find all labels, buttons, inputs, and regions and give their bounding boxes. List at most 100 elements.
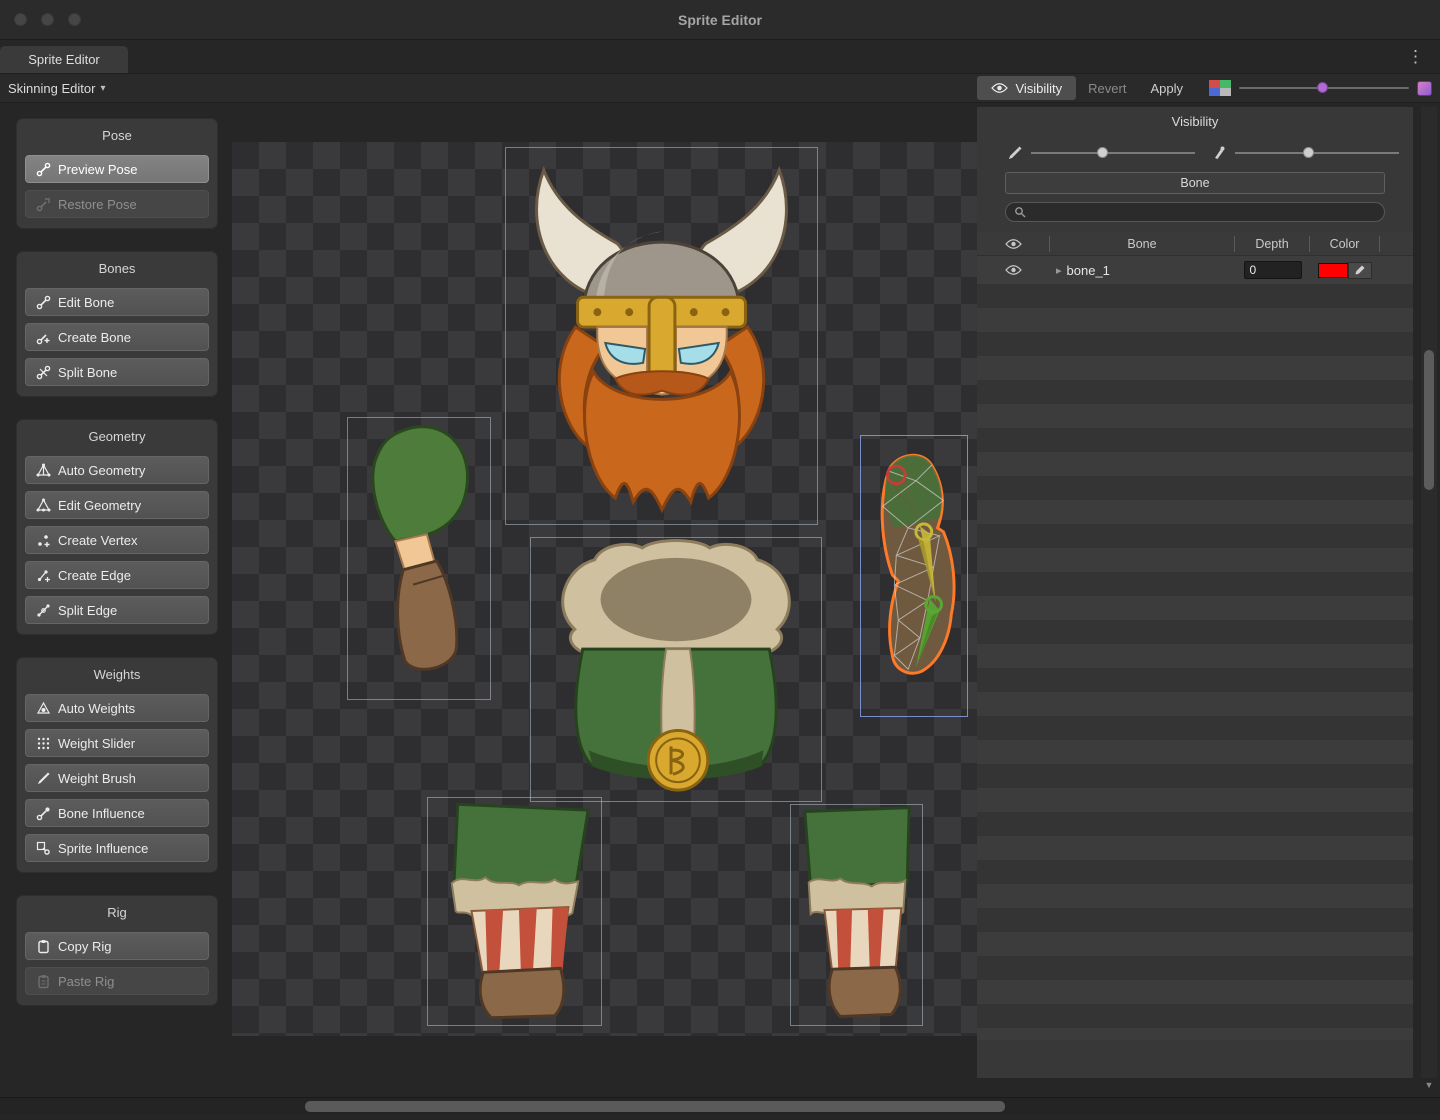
sprite-torso[interactable] — [530, 537, 822, 802]
sprite-influence-label: Sprite Influence — [58, 841, 148, 856]
visibility-panel: Visibility Bone — [977, 107, 1413, 1078]
sprite-alpha-icon — [1417, 81, 1432, 96]
bone-opacity-icon — [1209, 144, 1229, 162]
edit-bone-icon — [35, 294, 51, 310]
paste-rig-button[interactable]: Paste Rig — [25, 967, 209, 995]
create-vertex-button[interactable]: Create Vertex — [25, 526, 209, 554]
create-vertex-label: Create Vertex — [58, 533, 138, 548]
create-edge-button[interactable]: Create Edge — [25, 561, 209, 589]
bone-tab-button[interactable]: Bone — [1005, 172, 1385, 194]
weight-slider-label: Weight Slider — [58, 736, 135, 751]
bone-list-empty-rows — [977, 284, 1413, 1040]
edit-geometry-button[interactable]: Edit Geometry — [25, 491, 209, 519]
revert-button[interactable]: Revert — [1076, 81, 1138, 96]
create-edge-label: Create Edge — [58, 568, 131, 583]
sprite-left-leg[interactable] — [427, 797, 602, 1026]
split-bone-icon — [35, 364, 51, 380]
bone-influence-button[interactable]: Bone Influence — [25, 799, 209, 827]
mesh-opacity-slider-thumb[interactable] — [1097, 147, 1108, 158]
tool-sidebar: Pose Preview Pose Restore Pose Bones — [16, 118, 218, 1028]
restore-pose-button[interactable]: Restore Pose — [25, 190, 209, 218]
sprite-rgb-icon — [1209, 80, 1231, 96]
create-edge-icon — [35, 567, 51, 583]
auto-weights-button[interactable]: Auto Weights — [25, 694, 209, 722]
bone-color-swatch[interactable] — [1318, 263, 1348, 278]
edit-geometry-icon — [35, 497, 51, 513]
eye-icon — [1005, 238, 1022, 250]
mesh-opacity-slider[interactable] — [1031, 144, 1195, 162]
bone-row[interactable]: ▸ bone_1 — [977, 256, 1413, 284]
sprite-mitten-arm[interactable] — [347, 417, 491, 700]
bone-influence-label: Bone Influence — [58, 806, 145, 821]
mesh-opacity-slider-track[interactable] — [1031, 152, 1195, 154]
apply-button[interactable]: Apply — [1138, 81, 1195, 96]
bone-visibility-eye-icon[interactable] — [1005, 264, 1022, 276]
header-bone-column: Bone — [1050, 236, 1235, 252]
disclosure-triangle-icon[interactable]: ▸ — [1056, 264, 1062, 277]
create-bone-button[interactable]: Create Bone — [25, 323, 209, 351]
copy-rig-icon — [35, 938, 51, 954]
eyedropper-icon[interactable] — [1348, 262, 1372, 279]
weight-brush-button[interactable]: Weight Brush — [25, 764, 209, 792]
header-depth-label: Depth — [1255, 237, 1288, 251]
weights-panel: Weights Auto Weights Weight Slider Weigh… — [16, 657, 218, 873]
bones-panel-title: Bones — [25, 260, 209, 278]
bone-influence-icon — [35, 805, 51, 821]
restore-pose-label: Restore Pose — [58, 197, 137, 212]
weights-panel-title: Weights — [25, 666, 209, 684]
tab-row: Sprite Editor ⋮ — [0, 41, 1440, 73]
bone-search-input[interactable] — [1032, 205, 1376, 219]
horizontal-scrollbar-thumb[interactable] — [305, 1101, 1005, 1112]
create-vertex-icon — [35, 532, 51, 548]
split-bone-button[interactable]: Split Bone — [25, 358, 209, 386]
header-depth-column: Depth — [1235, 236, 1310, 252]
editor-mode-label: Skinning Editor — [8, 81, 95, 96]
header-bone-label: Bone — [1127, 237, 1156, 251]
paste-rig-icon — [35, 973, 51, 989]
bone-opacity-slider-track[interactable] — [1235, 152, 1399, 154]
rig-panel-title: Rig — [25, 904, 209, 922]
eye-icon — [991, 82, 1008, 94]
copy-rig-button[interactable]: Copy Rig — [25, 932, 209, 960]
horizontal-scrollbar[interactable] — [0, 1097, 1440, 1114]
bone-tab-label: Bone — [1180, 176, 1209, 190]
auto-weights-icon — [35, 700, 51, 716]
split-edge-button[interactable]: Split Edge — [25, 596, 209, 624]
edit-bone-button[interactable]: Edit Bone — [25, 288, 209, 316]
bone-opacity-slider[interactable] — [1235, 144, 1399, 162]
kebab-menu-icon[interactable]: ⋮ — [1407, 47, 1424, 67]
sprite-viking-head[interactable] — [505, 147, 818, 525]
auto-geometry-button[interactable]: Auto Geometry — [25, 456, 209, 484]
vertical-scrollbar[interactable] — [1421, 107, 1437, 1078]
bone-opacity-slider-thumb[interactable] — [1303, 147, 1314, 158]
visibility-toggle-button[interactable]: Visibility — [977, 76, 1076, 100]
geometry-panel-title: Geometry — [25, 428, 209, 446]
window-title: Sprite Editor — [0, 0, 1440, 40]
editor-mode-dropdown[interactable]: Skinning Editor ▾ — [8, 81, 105, 96]
visibility-toggle-label: Visibility — [1015, 81, 1062, 96]
tab-sprite-editor-label: Sprite Editor — [28, 52, 100, 67]
copy-rig-label: Copy Rig — [58, 939, 111, 954]
edit-bone-label: Edit Bone — [58, 295, 114, 310]
scroll-down-icon[interactable]: ▼ — [1421, 1080, 1437, 1090]
overlay-alpha-slider-thumb[interactable] — [1317, 82, 1328, 93]
sprite-editor-window: Sprite Editor Sprite Editor ⋮ Skinning E… — [0, 0, 1440, 1120]
vertical-scrollbar-thumb[interactable] — [1424, 350, 1434, 490]
preview-pose-button[interactable]: Preview Pose — [25, 155, 209, 183]
bone-depth-input[interactable] — [1244, 261, 1302, 279]
tab-sprite-editor[interactable]: Sprite Editor — [0, 46, 128, 73]
sprite-right-leg[interactable] — [790, 804, 923, 1026]
edit-geometry-label: Edit Geometry — [58, 498, 141, 513]
sprite-influence-button[interactable]: Sprite Influence — [25, 834, 209, 862]
overlay-alpha-slider[interactable] — [1239, 79, 1409, 97]
weight-slider-icon — [35, 735, 51, 751]
weight-brush-label: Weight Brush — [58, 771, 136, 786]
bone-search-field[interactable] — [1005, 202, 1385, 222]
sprite-rigged-arm[interactable] — [860, 435, 968, 717]
visibility-panel-title: Visibility — [977, 111, 1413, 133]
bone-opacity-brush-icon — [1005, 144, 1025, 162]
auto-geometry-icon — [35, 462, 51, 478]
sprite-canvas[interactable] — [232, 142, 977, 1036]
weight-slider-button[interactable]: Weight Slider — [25, 729, 209, 757]
weight-brush-icon — [35, 770, 51, 786]
